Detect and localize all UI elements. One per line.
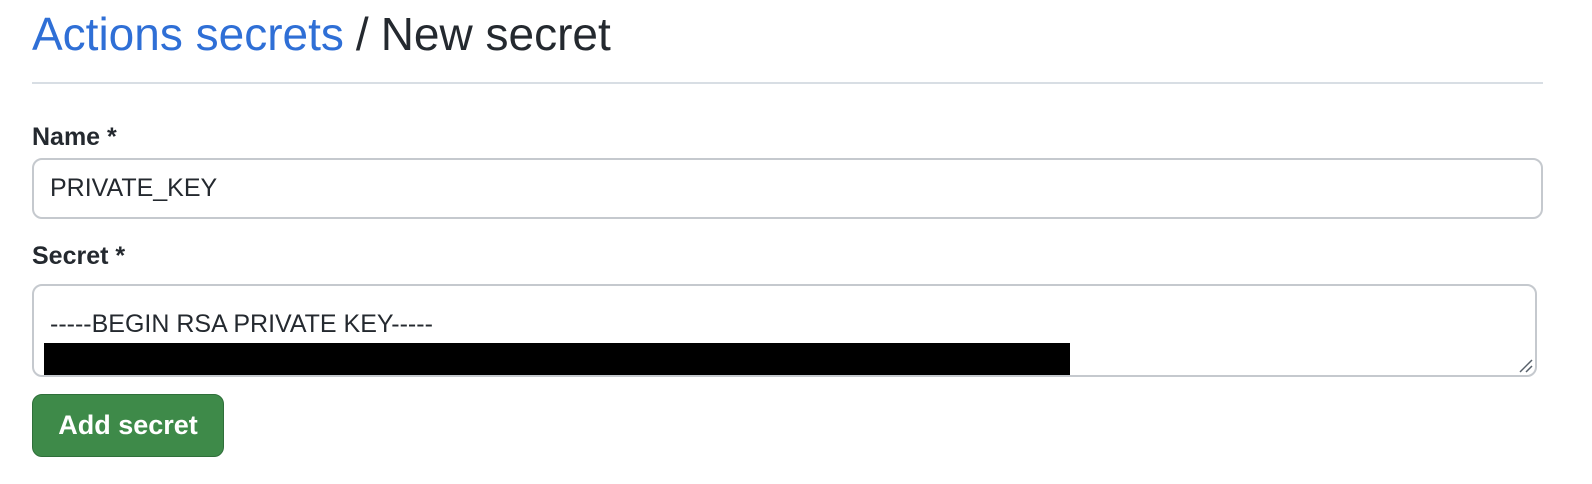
page-title: New secret	[380, 8, 611, 60]
breadcrumb-separator: /	[355, 8, 369, 60]
secret-label: Secret *	[32, 242, 126, 270]
secret-textarea[interactable]: -----BEGIN RSA PRIVATE KEY-----	[32, 284, 1537, 377]
name-label: Name *	[32, 123, 117, 151]
header-divider	[32, 82, 1543, 84]
resize-grip-icon[interactable]	[1517, 357, 1533, 373]
secret-first-line: -----BEGIN RSA PRIVATE KEY-----	[50, 310, 433, 338]
redaction-bar	[44, 343, 1070, 375]
new-secret-page: Actions secrets/New secret Name * Secret…	[0, 0, 1592, 484]
name-input[interactable]	[32, 158, 1543, 219]
add-secret-button[interactable]: Add secret	[32, 394, 224, 457]
breadcrumb-actions-secrets-link[interactable]: Actions secrets	[32, 8, 344, 60]
breadcrumb: Actions secrets / New secret	[32, 6, 611, 62]
